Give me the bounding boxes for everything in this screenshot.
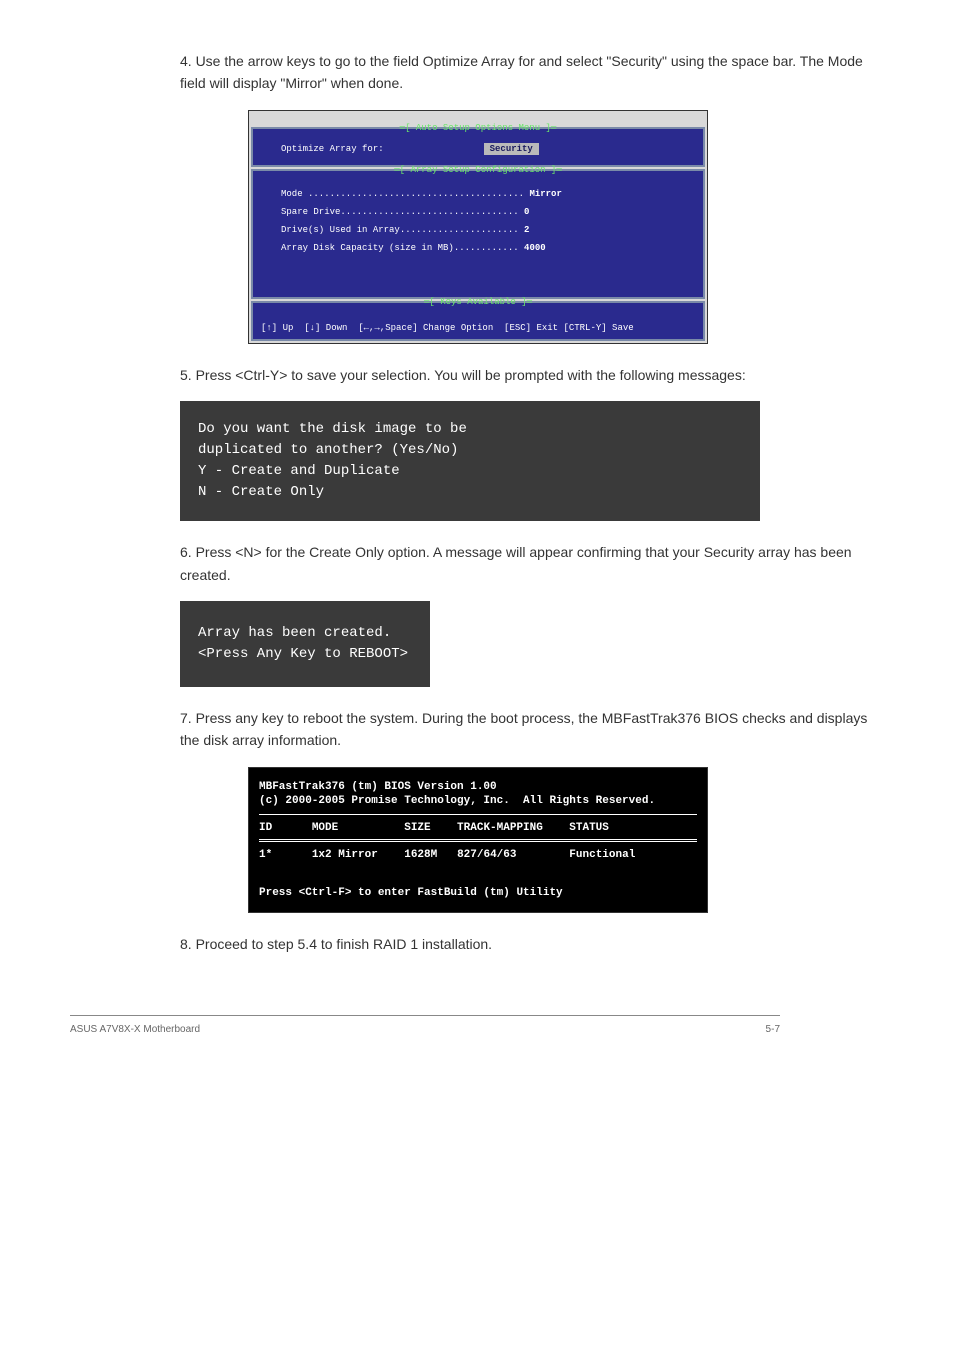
panel-title-auto-setup: Auto Setup Options Menu [397,123,560,133]
step-6-text: 6. Press <N> for the Create Only option.… [180,541,884,586]
bios-footer-prompt: Press <Ctrl-F> to enter FastBuild (tm) U… [259,887,563,899]
row-mode: 1x2 Mirror [312,849,378,861]
row-size: 1628M [404,849,437,861]
step-4-text: 4. Use the arrow keys to go to the field… [180,50,884,95]
hdr-size: SIZE [404,822,430,834]
hdr-id: ID [259,822,272,834]
bios-startup-screen: MBFastTrak376 (tm) BIOS Version 1.00 (c)… [248,767,708,913]
cfg-capacity-value: 4000 [524,243,546,253]
row-track: 827/64/63 [457,849,516,861]
prompt-duplicate-box: Do you want the disk image to be duplica… [180,401,760,521]
bios-copyright: (c) 2000-2005 Promise Technology, Inc. A… [259,795,655,807]
optimize-label: Optimize Array for: [281,144,384,154]
darkbox1-line4: N - Create Only [198,482,742,503]
panel-title-array-config: Array Setup Configuration [391,165,564,175]
optimize-value-selected[interactable]: Security [484,143,539,155]
step-7-text: 7. Press any key to reboot the system. D… [180,707,884,752]
darkbox2-line2: <Press Any Key to REBOOT> [198,644,412,665]
cfg-drives-label: Drive(s) Used in Array..................… [281,225,519,235]
hdr-track: TRACK-MAPPING [457,822,543,834]
bios-title: MBFastTrak376 (tm) BIOS Version 1.00 [259,781,497,793]
hdr-status: STATUS [569,822,609,834]
page-footer: ASUS A7V8X-X Motherboard 5-7 [70,1015,780,1035]
panel-title-keys: Keys Available [421,297,535,307]
hdr-mode: MODE [312,822,338,834]
row-status: Functional [569,849,635,861]
step-8-text: 8. Proceed to step 5.4 to finish RAID 1 … [180,933,884,955]
cfg-capacity-label: Array Disk Capacity (size in MB)........… [281,243,519,253]
keys-available-text: [↑] Up [↓] Down [←,→,Space] Change Optio… [261,323,695,333]
darkbox1-line1: Do you want the disk image to be [198,419,742,440]
cfg-mode-value: Mirror [529,189,561,199]
cfg-drives-value: 2 [524,225,529,235]
row-id: 1* [259,849,272,861]
cfg-spare-label: Spare Drive.............................… [281,207,519,217]
footer-right: 5-7 [766,1024,780,1035]
step-5-text: 5. Press <Ctrl-Y> to save your selection… [180,364,884,386]
darkbox1-line3: Y - Create and Duplicate [198,461,742,482]
cfg-mode-label: Mode ...................................… [281,189,524,199]
darkbox2-line1: Array has been created. [198,623,412,644]
bios-auto-setup-screen: Auto Setup Options Menu Optimize Array f… [248,110,708,344]
darkbox1-line2: duplicated to another? (Yes/No) [198,440,742,461]
cfg-spare-value: 0 [524,207,529,217]
footer-left: ASUS A7V8X-X Motherboard [70,1024,200,1035]
prompt-created-box: Array has been created. <Press Any Key t… [180,601,430,687]
